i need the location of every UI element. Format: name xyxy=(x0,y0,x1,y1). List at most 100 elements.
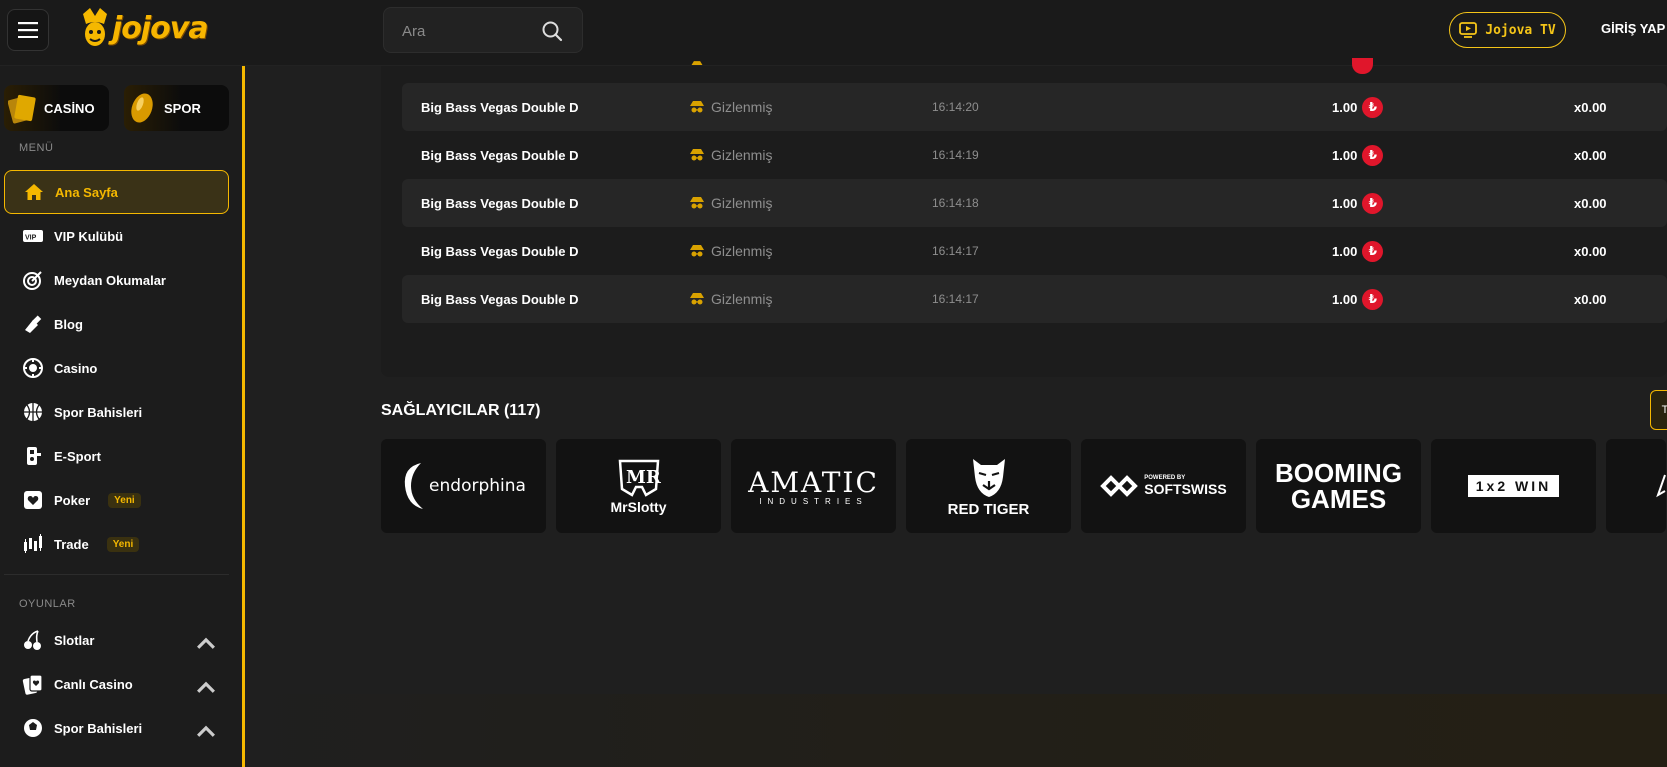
bet-amount-value: 1.00 xyxy=(1332,291,1358,307)
bet-game-name[interactable]: Big Bass Vegas Double D xyxy=(421,292,579,307)
chevron-up-icon[interactable] xyxy=(195,632,217,654)
bet-amount: 1.00 ₺ xyxy=(1332,96,1384,118)
bet-amount: 1.00 ₺ xyxy=(1332,240,1384,262)
bet-user-name: Gizlenmiş xyxy=(711,243,773,259)
site-logo[interactable]: jojova xyxy=(80,6,209,50)
bet-time: 16:14:18 xyxy=(932,196,979,210)
search-icon[interactable] xyxy=(541,20,563,42)
footer-band xyxy=(248,694,1667,767)
chevron-up-icon[interactable] xyxy=(195,720,217,742)
bet-user-name: Gizlenmiş xyxy=(711,99,773,115)
nav-item-home[interactable]: Ana Sayfa xyxy=(4,170,229,214)
vip-icon: VIP xyxy=(23,230,43,242)
providers-next-label: T xyxy=(1661,404,1667,416)
provider-softswiss[interactable]: POWERED BY SOFTSWISS xyxy=(1081,439,1246,533)
category-tiles: CASİNO SPOR xyxy=(4,85,229,131)
search-box[interactable] xyxy=(383,7,583,53)
home-icon xyxy=(25,184,43,200)
card-icon xyxy=(24,491,42,509)
bet-multiplier: x0.00 xyxy=(1574,195,1607,211)
nav-label: Spor Bahisleri xyxy=(54,404,143,420)
bet-game-name[interactable]: Big Bass Vegas Double D xyxy=(421,100,579,115)
nav-item-sports-betting[interactable]: Spor Bahisleri xyxy=(4,706,229,750)
mrslotty-logo-icon: MR xyxy=(618,459,662,497)
provider-mrslotty[interactable]: MR MrSlotty xyxy=(556,439,721,533)
main-content: Big Bass Vegas Double D Gizlenmiş 16:14:… xyxy=(248,58,1667,767)
spy-icon xyxy=(690,293,704,305)
bet-row[interactable]: Big Bass Vegas Double D Gizlenmiş 16:14:… xyxy=(402,227,1667,275)
tiger-icon xyxy=(972,458,1005,497)
provider-name: SOFTSWISS xyxy=(1144,481,1227,497)
spy-icon xyxy=(690,149,704,161)
recent-bets-panel: Big Bass Vegas Double D Gizlenmiş 16:14:… xyxy=(381,58,1667,377)
controller-icon xyxy=(27,447,41,465)
coin-icon xyxy=(1352,58,1373,74)
provider-logo-icon xyxy=(1656,474,1666,498)
svg-text:MR: MR xyxy=(626,467,662,488)
lira-coin-icon: ₺ xyxy=(1362,144,1384,166)
bet-game-name[interactable]: Big Bass Vegas Double D xyxy=(421,148,579,163)
provider-amatic[interactable]: AMATIC INDUSTRIES xyxy=(731,439,896,533)
bet-row[interactable]: Big Bass Vegas Double D Gizlenmiş 16:14:… xyxy=(402,131,1667,179)
nav-item-slots[interactable]: Slotlar xyxy=(4,618,229,662)
provider-1x2-win[interactable]: 1x2 WIN xyxy=(1431,439,1596,533)
provider-endorphina[interactable]: endorphina xyxy=(381,439,546,533)
cards-icon xyxy=(22,674,43,695)
provider-red-tiger[interactable]: RED TIGER xyxy=(906,439,1071,533)
tv-icon xyxy=(1459,22,1478,38)
bet-row[interactable]: Big Bass Vegas Double D Gizlenmiş 16:14:… xyxy=(402,275,1667,323)
spy-icon xyxy=(691,61,703,65)
lira-coin-icon: ₺ xyxy=(1362,96,1384,118)
nav-label: Meydan Okumalar xyxy=(54,272,166,288)
lira-coin-icon: ₺ xyxy=(1362,288,1384,310)
bet-game-name[interactable]: Big Bass Vegas Double D xyxy=(421,244,579,259)
football-icon xyxy=(131,93,153,123)
nav-item-live-casino[interactable]: Canlı Casino xyxy=(4,662,229,706)
provider-partial[interactable] xyxy=(1606,439,1666,533)
new-badge: Yeni xyxy=(106,536,140,552)
nav-label: Blog xyxy=(54,316,83,332)
bet-user-name: Gizlenmiş xyxy=(711,291,773,307)
login-button[interactable]: GİRİŞ YAP xyxy=(1601,21,1665,36)
bet-amount: 1.00 ₺ xyxy=(1332,288,1384,310)
casino-tile[interactable]: CASİNO xyxy=(4,85,109,131)
candles-icon xyxy=(24,534,42,553)
provider-name: endorphina xyxy=(429,476,526,496)
chevron-up-icon[interactable] xyxy=(195,676,217,698)
bet-multiplier: x0.00 xyxy=(1574,147,1607,163)
bet-user-name: Gizlenmiş xyxy=(711,195,773,211)
hamburger-icon xyxy=(18,22,38,38)
logo-wordmark: jojova xyxy=(112,10,209,46)
lira-coin-icon: ₺ xyxy=(1362,192,1384,214)
nav-item-blog[interactable]: Blog xyxy=(4,302,229,346)
nav-item-vip[interactable]: VIP VIP Kulübü xyxy=(4,214,229,258)
sport-tile[interactable]: SPOR xyxy=(124,85,229,131)
bet-row[interactable]: Big Bass Vegas Double D Gizlenmiş 16:14:… xyxy=(402,83,1667,131)
nav-label: VIP Kulübü xyxy=(54,228,124,244)
bet-user: Gizlenmiş xyxy=(688,242,772,260)
providers-next-button[interactable]: T xyxy=(1650,390,1667,430)
sport-tile-label: SPOR xyxy=(164,100,201,116)
bet-multiplier: x0.00 xyxy=(1574,99,1607,115)
search-input[interactable] xyxy=(402,20,542,42)
nav-item-poker[interactable]: Poker Yeni xyxy=(4,478,229,522)
bet-time: 16:14:20 xyxy=(932,100,979,114)
nav-item-challenges[interactable]: Meydan Okumalar xyxy=(4,258,229,302)
new-badge: Yeni xyxy=(108,492,141,508)
nav-item-trade[interactable]: Trade Yeni xyxy=(4,522,229,566)
nav-item-casino[interactable]: Casino xyxy=(4,346,229,390)
pen-icon xyxy=(25,315,42,333)
providers-title: SAĞLAYICILAR (117) xyxy=(381,402,541,419)
nav-item-esport[interactable]: E-Sport xyxy=(4,434,229,478)
bet-user: Gizlenmiş xyxy=(688,98,772,116)
jojova-tv-button[interactable]: Jojova TV xyxy=(1449,12,1566,48)
nav-label: Canlı Casino xyxy=(54,676,133,692)
provider-subtitle: INDUSTRIES xyxy=(759,497,868,506)
sport-icon xyxy=(24,719,42,737)
provider-booming-games[interactable]: BOOMING GAMES xyxy=(1256,439,1421,533)
bet-game-name[interactable]: Big Bass Vegas Double D xyxy=(421,196,579,211)
hamburger-menu-button[interactable] xyxy=(7,9,49,51)
nav-item-sports[interactable]: Spor Bahisleri xyxy=(4,390,229,434)
tv-label: Jojova TV xyxy=(1485,22,1556,38)
bet-row[interactable]: Big Bass Vegas Double D Gizlenmiş 16:14:… xyxy=(402,179,1667,227)
